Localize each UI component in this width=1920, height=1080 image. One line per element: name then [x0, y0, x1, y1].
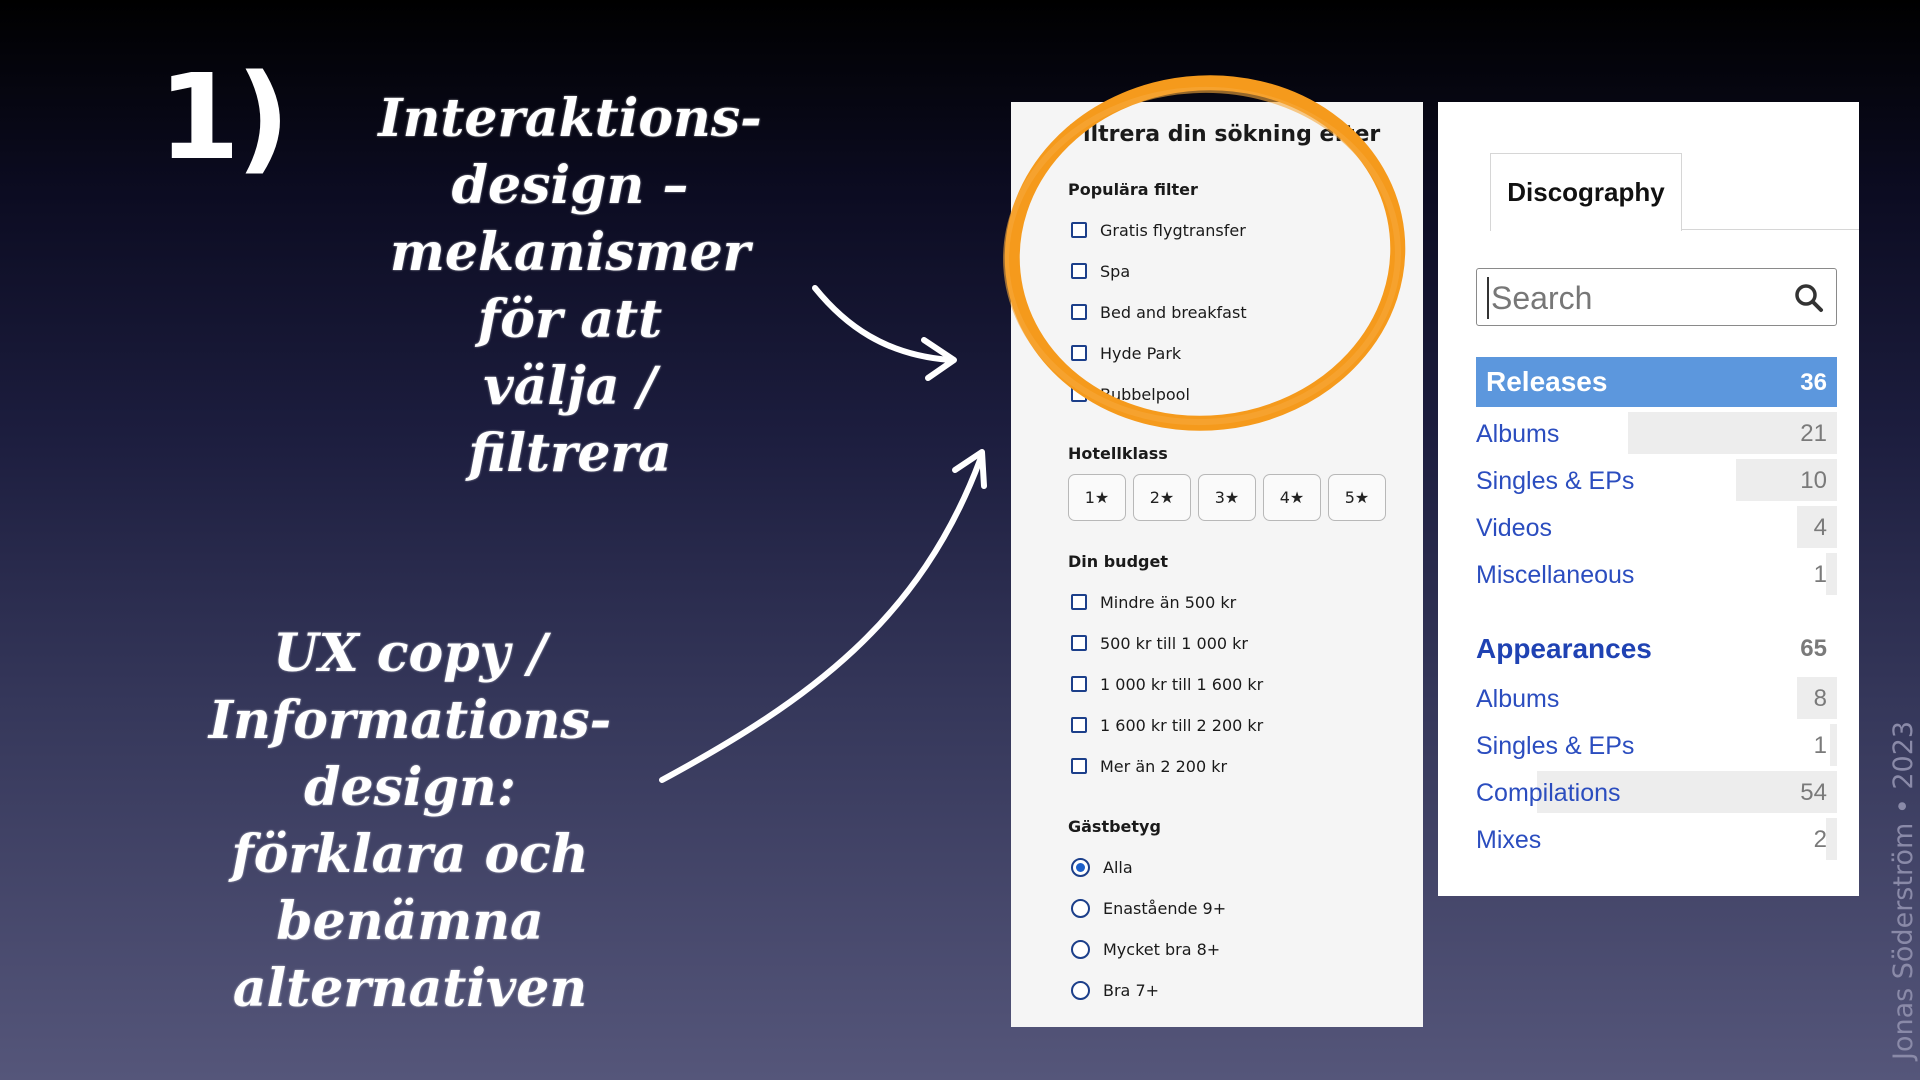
option-label: Gratis flygtransfer [1100, 220, 1246, 240]
search-input[interactable] [1487, 277, 1783, 319]
row-label: Singles & EPs [1476, 732, 1635, 760]
popular-filter-option[interactable]: Spa [1071, 259, 1130, 283]
row-count: 8 [1813, 685, 1827, 712]
row-label: Albums [1476, 685, 1560, 713]
checkbox[interactable] [1071, 345, 1087, 361]
count-bar [1829, 724, 1837, 766]
radio-button[interactable] [1071, 939, 1090, 959]
checkbox[interactable] [1071, 222, 1087, 238]
discography-row[interactable]: Albums 8 [1476, 677, 1837, 719]
discography-row[interactable]: Singles & EPs 1 [1476, 724, 1837, 766]
discography-row-appearances[interactable]: Appearances 65 [1476, 627, 1837, 669]
popular-filter-option[interactable]: Bubbelpool [1071, 382, 1190, 406]
checkbox[interactable] [1071, 676, 1087, 692]
row-count: 54 [1800, 779, 1827, 806]
option-label: Alla [1103, 857, 1133, 877]
discography-panel: Discography Releases 36 Albums 21 Single… [1438, 102, 1859, 896]
search-icon[interactable] [1794, 283, 1824, 313]
row-label: Miscellaneous [1476, 561, 1635, 589]
row-count: 36 [1800, 369, 1827, 396]
guest-rating-heading: Gästbetyg [1068, 817, 1161, 836]
checkbox[interactable] [1071, 594, 1087, 610]
guest-rating-option[interactable]: Alla [1071, 855, 1133, 879]
arrow-to-filter-top [812, 285, 957, 381]
filter-panel: Filtrera din sökning efter Populära filt… [1011, 102, 1423, 1027]
guest-rating-option[interactable]: Mycket bra 8+ [1071, 937, 1220, 961]
budget-heading: Din budget [1068, 552, 1168, 571]
star-rating-button[interactable]: 2★ [1133, 474, 1191, 521]
checkbox[interactable] [1071, 304, 1087, 320]
option-label: Bra 7+ [1103, 980, 1160, 1000]
option-label: Spa [1100, 261, 1131, 281]
row-label: Releases [1486, 366, 1608, 397]
row-label: Mixes [1476, 826, 1542, 854]
tab-discography[interactable]: Discography [1490, 153, 1682, 231]
option-label: Mer än 2 200 kr [1100, 756, 1228, 776]
hotel-class-buttons: 1★ 2★ 3★ 4★ 5★ [1068, 474, 1386, 521]
count-bar [1826, 818, 1837, 860]
checkbox[interactable] [1071, 758, 1087, 774]
option-label: Bubbelpool [1100, 384, 1190, 404]
budget-option[interactable]: 1 000 kr till 1 600 kr [1071, 672, 1263, 696]
budget-option[interactable]: Mer än 2 200 kr [1071, 754, 1227, 778]
radio-button[interactable] [1071, 898, 1090, 918]
option-label: Enastående 9+ [1103, 898, 1227, 918]
row-count: 2 [1813, 826, 1827, 853]
checkbox[interactable] [1071, 717, 1087, 733]
star-rating-button[interactable]: 5★ [1328, 474, 1386, 521]
row-count: 21 [1800, 420, 1827, 447]
row-count: 10 [1800, 467, 1827, 494]
star-rating-button[interactable]: 1★ [1068, 474, 1126, 521]
arrow-to-filter-middle [659, 449, 987, 783]
count-bar [1826, 553, 1837, 595]
option-label: Mindre än 500 kr [1100, 592, 1237, 612]
popular-filter-option[interactable]: Bed and breakfast [1071, 300, 1247, 324]
row-label: Appearances [1476, 633, 1652, 664]
row-count: 1 [1813, 732, 1827, 759]
author-credit: Jonas Söderström • 2023 [1888, 720, 1919, 1060]
row-label: Singles & EPs [1476, 467, 1635, 495]
option-label: Hyde Park [1100, 343, 1182, 363]
row-count: 1 [1813, 561, 1827, 588]
budget-option[interactable]: 500 kr till 1 000 kr [1071, 631, 1248, 655]
star-rating-button[interactable]: 3★ [1198, 474, 1256, 521]
budget-option[interactable]: 1 600 kr till 2 200 kr [1071, 713, 1263, 737]
option-label: 1 600 kr till 2 200 kr [1100, 715, 1264, 735]
popular-filter-option[interactable]: Hyde Park [1071, 341, 1181, 365]
checkbox[interactable] [1071, 386, 1087, 402]
discography-row[interactable]: Compilations 54 [1476, 771, 1837, 813]
radio-button[interactable] [1071, 980, 1090, 1000]
checkbox[interactable] [1071, 263, 1087, 279]
row-label: Compilations [1476, 779, 1621, 807]
radio-button-selected[interactable] [1071, 857, 1090, 877]
option-label: 500 kr till 1 000 kr [1100, 633, 1248, 653]
row-count: 4 [1813, 514, 1827, 541]
discography-search [1476, 268, 1837, 326]
checkbox[interactable] [1071, 635, 1087, 651]
discography-row-releases[interactable]: Releases 36 [1476, 357, 1837, 407]
guest-rating-option[interactable]: Bra 7+ [1071, 978, 1159, 1002]
discography-row[interactable]: Miscellaneous 1 [1476, 553, 1837, 595]
row-label: Videos [1476, 514, 1552, 542]
hotel-class-heading: Hotellklass [1068, 444, 1168, 463]
popular-filter-option[interactable]: Gratis flygtransfer [1071, 218, 1246, 242]
discography-row[interactable]: Videos 4 [1476, 506, 1837, 548]
option-label: Mycket bra 8+ [1103, 939, 1221, 959]
budget-option[interactable]: Mindre än 500 kr [1071, 590, 1236, 614]
discography-row[interactable]: Singles & EPs 10 [1476, 459, 1837, 501]
star-rating-button[interactable]: 4★ [1263, 474, 1321, 521]
option-label: Bed and breakfast [1100, 302, 1247, 322]
guest-rating-option[interactable]: Enastående 9+ [1071, 896, 1226, 920]
discography-row[interactable]: Mixes 2 [1476, 818, 1837, 860]
filter-panel-title: Filtrera din sökning efter [1068, 122, 1381, 147]
option-label: 1 000 kr till 1 600 kr [1100, 674, 1264, 694]
popular-filters-heading: Populära filter [1068, 180, 1198, 199]
discography-row[interactable]: Albums 21 [1476, 412, 1837, 454]
row-label: Albums [1476, 420, 1560, 448]
row-count: 65 [1800, 635, 1827, 662]
